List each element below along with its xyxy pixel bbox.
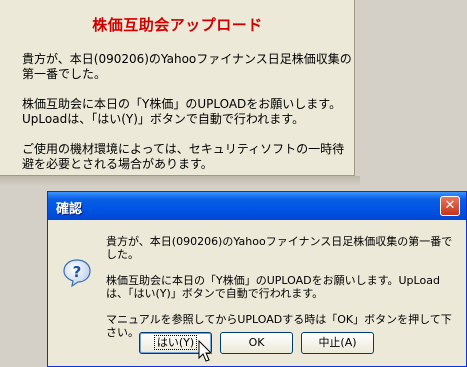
panel-paragraph-2: 株価互助会に本日の「Y株価」のUPLOADをお願いします。UpLoadは、「はい… xyxy=(22,97,342,126)
panel-paragraph-3: ご使用の機材環境によっては、セキュリティソフトの一時待避を必要とされる場合があり… xyxy=(22,142,345,171)
dialog-buttons: はい(Y) OK 中止(A) xyxy=(139,332,379,354)
dialog-titlebar[interactable]: 確認 ✕ xyxy=(48,192,466,220)
ok-button-label: OK xyxy=(248,336,265,349)
yes-button-label: はい(Y) xyxy=(153,335,198,350)
svg-text:?: ? xyxy=(73,263,82,281)
ok-button[interactable]: OK xyxy=(220,332,293,354)
panel-text: 貴方が、本日(090206)のYahooファイナンス日足株価収集の第一番でした。… xyxy=(22,52,352,187)
panel-paragraph-1: 貴方が、本日(090206)のYahooファイナンス日足株価収集の第一番でした。 xyxy=(22,52,352,81)
confirm-dialog: 確認 ✕ ? 貴方が、本日(090206)のYahooファイナンス日足株価収集の… xyxy=(47,191,467,367)
cancel-button-label: 中止(A) xyxy=(318,336,357,349)
panel-shadow xyxy=(0,176,360,186)
panel-title: 株価互助会アップロード xyxy=(92,16,263,34)
mouse-cursor-icon xyxy=(198,340,213,362)
dialog-title: 確認 xyxy=(56,202,83,217)
close-button[interactable]: ✕ xyxy=(440,196,460,216)
dialog-paragraph-1: 貴方が、本日(090206)のYahooファイナンス日足株価収集の第一番でした。 xyxy=(106,235,453,261)
close-icon: ✕ xyxy=(444,198,456,213)
dialog-paragraph-2: 株価互助会に本日の「Y株価」のUPLOADをお願いします。UpLoadは、「はい… xyxy=(106,274,440,300)
cancel-button[interactable]: 中止(A) xyxy=(301,332,374,354)
question-icon: ? xyxy=(63,259,91,288)
info-panel: 株価互助会アップロード 貴方が、本日(090206)のYahooファイナンス日足… xyxy=(0,0,355,176)
